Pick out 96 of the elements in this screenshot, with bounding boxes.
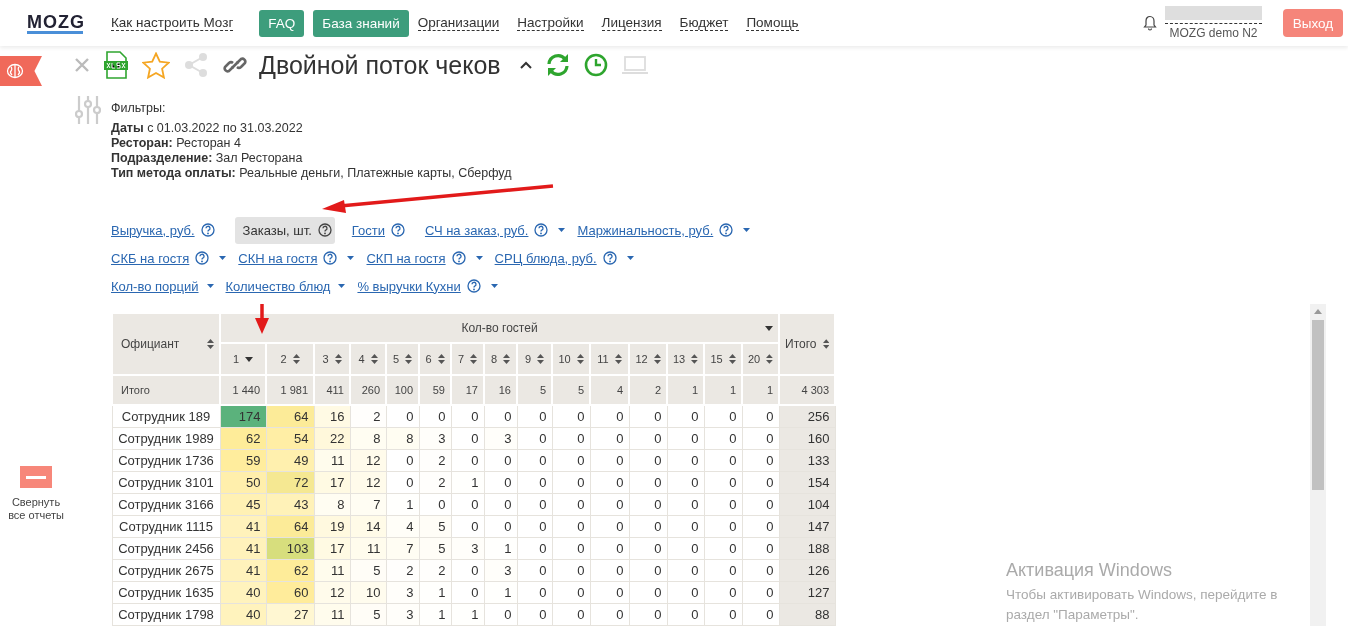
sliders-icon[interactable] [75, 95, 101, 125]
help-icon[interactable] [451, 251, 466, 265]
scrollbar[interactable] [1310, 304, 1326, 626]
metric-tab[interactable]: СКП на гостя [366, 250, 446, 266]
sort-icon[interactable] [334, 354, 342, 364]
help-icon[interactable] [466, 279, 481, 293]
dropdown-caret-icon[interactable] [626, 256, 634, 260]
clock-icon[interactable] [583, 53, 608, 77]
help-icon[interactable] [323, 251, 338, 265]
metric-tab[interactable]: СКН на гостя [238, 250, 318, 266]
metric-tab[interactable]: Кол-во порций [111, 278, 199, 294]
spreadsheet-file-icon[interactable] [103, 51, 129, 79]
metric-tab[interactable]: СЧ на заказ, руб. [424, 222, 529, 238]
collapse-caret-icon[interactable] [519, 61, 532, 69]
help-icon[interactable] [200, 223, 215, 237]
table-cell: Итого [112, 375, 220, 405]
help-icon[interactable] [195, 251, 210, 265]
table-cell: Сотрудник 1798 [112, 603, 220, 626]
nav-link[interactable]: Настройки [517, 15, 584, 31]
help-icon[interactable] [719, 223, 734, 237]
dropdown-caret-icon[interactable] [347, 256, 355, 260]
sort-icon[interactable] [207, 339, 214, 349]
user-name[interactable]: MOZG demo N2 [1165, 23, 1262, 40]
table-cell: 4 303 [779, 375, 836, 405]
sort-icon[interactable] [292, 354, 300, 364]
reports-tab[interactable] [0, 56, 42, 86]
help-icon[interactable] [317, 223, 332, 237]
sort-icon[interactable] [576, 354, 584, 364]
logo[interactable]: MOZG [27, 12, 83, 34]
sort-icon[interactable] [537, 354, 545, 364]
sort-icon[interactable] [691, 354, 698, 364]
column-header[interactable]: 2 [266, 343, 314, 375]
sort-icon[interactable] [728, 354, 736, 364]
help-icon[interactable] [534, 223, 549, 237]
metric-tab[interactable]: СКБ на гостя [111, 250, 190, 266]
table-cell: Сотрудник 1736 [112, 449, 220, 472]
report-title: Двойной поток чеков [259, 50, 501, 80]
sort-icon[interactable] [822, 339, 830, 349]
metric-tab[interactable]: Количество блюд [225, 278, 331, 294]
table-cell: Сотрудник 2456 [112, 537, 220, 560]
column-header[interactable]: Официант [112, 313, 220, 375]
metric-tab[interactable]: Маржинальность, руб. [577, 222, 714, 238]
collapse-label[interactable]: Свернуть все отчеты [6, 496, 66, 522]
nav-link[interactable]: Организации [417, 15, 500, 31]
filter-line: Ресторан: Ресторан 4 [111, 136, 242, 151]
dropdown-caret-icon[interactable] [558, 228, 566, 232]
metric-tab[interactable]: % выручки Кухни [357, 278, 461, 294]
sort-descending-icon[interactable] [245, 356, 254, 362]
column-header[interactable]: 1 [220, 343, 266, 375]
filter-line: Даты с 01.03.2022 по 31.03.2022 [111, 121, 304, 136]
nav-link[interactable]: Как настроить Мозг [111, 15, 234, 31]
table-cell: Сотрудник 1635 [112, 581, 220, 604]
metric-tab[interactable]: Гости [351, 222, 385, 238]
table-cell: Сотрудник 2675 [112, 559, 220, 582]
dropdown-caret-icon[interactable] [475, 256, 483, 260]
dropdown-caret-icon[interactable] [338, 284, 346, 288]
scrollbar-thumb[interactable] [1312, 320, 1324, 490]
nav-link[interactable]: Лицензия [601, 15, 662, 31]
sort-icon[interactable] [370, 354, 378, 364]
filter-line: Подразделение: Зал Ресторана [111, 151, 304, 166]
dropdown-caret-icon[interactable] [490, 284, 498, 288]
sort-icon[interactable] [503, 354, 511, 364]
bell-icon[interactable] [1143, 15, 1157, 31]
sort-icon[interactable] [437, 354, 445, 364]
table-cell: Сотрудник 3166 [112, 493, 220, 516]
dropdown-caret-icon[interactable] [219, 256, 227, 260]
dropdown-caret-icon[interactable] [765, 325, 774, 331]
sort-icon[interactable] [470, 354, 478, 364]
sort-icon[interactable] [614, 354, 622, 364]
brain-icon [6, 63, 24, 79]
column-header[interactable]: Итого [779, 313, 836, 375]
dropdown-caret-icon[interactable] [743, 228, 751, 232]
activation-title: Активация Windows [1006, 560, 1173, 581]
sort-icon[interactable] [405, 354, 413, 364]
filter-line: Тип метода оплаты: Реальные деньги, Платежные карты, Сберфуд [111, 166, 512, 181]
help-icon[interactable] [602, 251, 617, 265]
nav-link[interactable]: Помощь [746, 15, 799, 31]
table-cell: Сотрудник 3101 [112, 471, 220, 494]
metric-tab[interactable]: СРЦ блюда, руб. [494, 250, 597, 266]
metric-tab[interactable]: Выручка, руб. [111, 222, 195, 238]
table-cell: Сотрудник 189 [112, 405, 220, 428]
refresh-icon[interactable] [544, 53, 571, 77]
table-cell: Сотрудник 1115 [112, 515, 220, 538]
star-icon[interactable] [142, 51, 170, 79]
sort-icon[interactable] [766, 354, 774, 364]
filters-label: Фильтры: [111, 101, 167, 115]
help-icon[interactable] [390, 223, 405, 237]
nav-link[interactable]: Бюджет [679, 15, 729, 31]
annotation-arrow [255, 304, 269, 334]
sort-icon[interactable] [653, 354, 661, 364]
activation-text: раздел "Параметры". [1006, 606, 1140, 624]
column-group-header[interactable]: Кол-во гостей [220, 313, 780, 343]
table-cell: Сотрудник 1989 [112, 427, 220, 450]
dropdown-caret-icon[interactable] [206, 284, 214, 288]
activation-text: Чтобы активировать Windows, перейдите в [1006, 586, 1278, 604]
metric-tab[interactable]: Заказы, шт. [234, 216, 335, 244]
